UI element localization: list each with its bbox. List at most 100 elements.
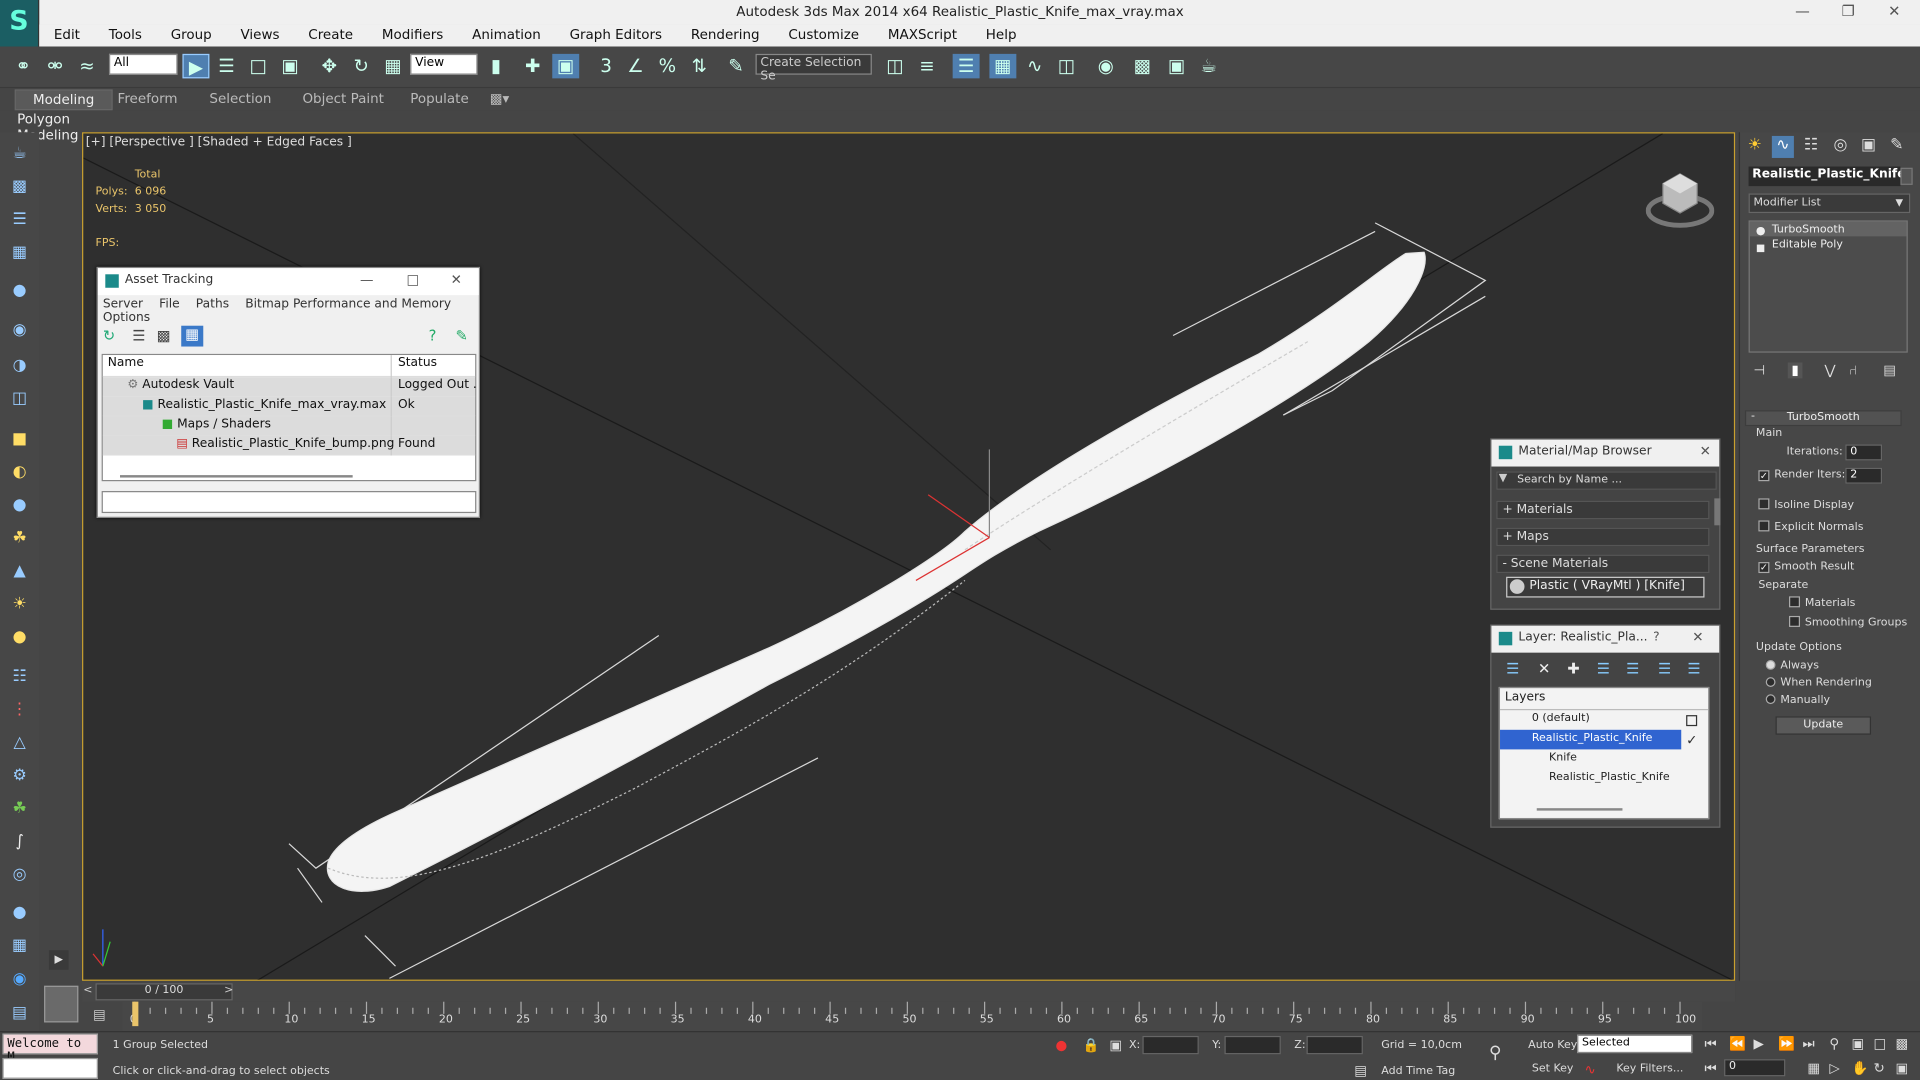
- utilities-tab-icon[interactable]: ✎: [1886, 136, 1908, 158]
- tab-populate[interactable]: Populate: [410, 91, 469, 107]
- menu-group[interactable]: Group: [158, 24, 224, 43]
- table-view-icon[interactable]: ▦: [181, 325, 204, 347]
- dots-icon[interactable]: ⋮: [7, 700, 31, 722]
- motion-tab-icon[interactable]: ◎: [1829, 136, 1851, 158]
- select-objects-icon[interactable]: ☰: [1597, 660, 1610, 677]
- lock-icon[interactable]: 🔒: [1082, 1037, 1099, 1053]
- film-icon[interactable]: ◫: [7, 389, 31, 411]
- zoom-extents-icon[interactable]: □: [1873, 1036, 1886, 1052]
- select-manipulate-icon[interactable]: ✚: [519, 54, 546, 78]
- mmb-section-scene-materials[interactable]: - Scene Materials: [1496, 554, 1710, 574]
- move-icon[interactable]: ✥: [316, 54, 343, 78]
- next-frame-icon[interactable]: >: [224, 984, 233, 996]
- teapot-icon[interactable]: ☕: [7, 144, 31, 166]
- menu-customize[interactable]: Customize: [776, 24, 871, 43]
- minimize-icon[interactable]: —: [1795, 2, 1810, 19]
- render-iters-checkbox[interactable]: ✓: [1758, 470, 1770, 482]
- when-rendering-radio[interactable]: [1765, 677, 1776, 687]
- hemisphere-icon[interactable]: ◐: [7, 463, 31, 485]
- select-by-name-icon[interactable]: ☰: [213, 54, 240, 78]
- doc-icon[interactable]: ▤: [7, 1004, 31, 1026]
- isolate-icon[interactable]: ●: [1056, 1037, 1068, 1053]
- ribbon-toggle-icon[interactable]: ▦: [989, 53, 1017, 79]
- edit-named-selections-icon[interactable]: ✎: [722, 54, 749, 78]
- unlink-icon[interactable]: ⚮: [42, 54, 69, 78]
- bind-spacewarp-icon[interactable]: ≈: [73, 54, 100, 78]
- close-icon[interactable]: ✕: [1700, 443, 1711, 459]
- display-tab-icon[interactable]: ▣: [1858, 136, 1880, 158]
- hide-layers-icon[interactable]: ☰: [1658, 660, 1671, 677]
- col-name[interactable]: Name: [103, 355, 392, 378]
- align-icon[interactable]: ≡: [913, 54, 940, 78]
- hair-icon[interactable]: ∫: [7, 833, 31, 855]
- remove-modifier-icon[interactable]: ⑁: [1849, 362, 1857, 378]
- explicit-normals-checkbox[interactable]: [1758, 520, 1770, 532]
- rect-selection-icon[interactable]: □: [245, 54, 272, 78]
- window-crossing-icon[interactable]: ▣: [277, 54, 304, 78]
- z-coordinate-field[interactable]: [1306, 1035, 1363, 1055]
- y-coordinate-field[interactable]: [1224, 1035, 1281, 1055]
- box-icon[interactable]: ■: [7, 430, 31, 452]
- menu-tools[interactable]: Tools: [97, 24, 155, 43]
- menu-modifiers[interactable]: Modifiers: [370, 24, 456, 43]
- ball-icon[interactable]: ●: [7, 904, 31, 926]
- chevron-down-icon[interactable]: ▼: [1499, 473, 1507, 485]
- sun-icon[interactable]: ☀: [7, 595, 31, 617]
- camera-icon[interactable]: ◉: [7, 321, 31, 343]
- layer-row-default[interactable]: 0 (default): [1500, 710, 1708, 730]
- configure-sets-icon[interactable]: ▤: [1883, 362, 1896, 378]
- material-editor-icon[interactable]: ◉: [1092, 54, 1119, 78]
- layer-object-knife[interactable]: Knife: [1500, 749, 1708, 769]
- pan-icon[interactable]: ✋: [1851, 1060, 1868, 1076]
- curve-editor-icon[interactable]: ∿: [1021, 54, 1048, 78]
- track-view-icon[interactable]: ▤: [93, 1007, 106, 1023]
- tab-modeling[interactable]: Modeling: [14, 89, 113, 111]
- prev-frame-icon[interactable]: <: [83, 984, 92, 996]
- play-icon[interactable]: ▶: [1753, 1036, 1763, 1052]
- materials-checkbox[interactable]: [1788, 596, 1801, 608]
- time-slider[interactable]: 0 / 100: [95, 983, 233, 1001]
- x-coordinate-field[interactable]: [1142, 1035, 1199, 1055]
- go-to-end-icon[interactable]: ⏭: [1802, 1036, 1814, 1053]
- render-frame-icon[interactable]: ▣: [1163, 54, 1190, 78]
- menu-create[interactable]: Create: [296, 24, 365, 43]
- tab-object-paint[interactable]: Object Paint: [302, 91, 383, 107]
- ribbon-panel-polygon-modeling[interactable]: Polygon Modeling: [10, 110, 123, 143]
- ribbon-options-icon[interactable]: ▩▾: [490, 91, 509, 107]
- maxscript-input[interactable]: [2, 1057, 98, 1079]
- at-menu-server[interactable]: Server: [103, 298, 143, 311]
- collapse-icon[interactable]: -: [1751, 410, 1755, 422]
- iterations-spinner[interactable]: 0: [1845, 444, 1883, 461]
- select-object-icon[interactable]: ▶: [182, 53, 210, 79]
- horizontal-scrollbar[interactable]: [120, 475, 353, 478]
- pin-stack-icon[interactable]: ⊣: [1753, 362, 1765, 378]
- reference-coordinate-dropdown[interactable]: View: [410, 53, 478, 75]
- show-end-result-icon[interactable]: ▮: [1787, 362, 1803, 379]
- refresh-icon[interactable]: ↻: [103, 327, 115, 344]
- turbosmooth-rollout[interactable]: TurboSmooth: [1744, 410, 1902, 427]
- at-menu-file[interactable]: File: [159, 298, 179, 311]
- percent-snap-icon[interactable]: %: [654, 54, 681, 78]
- modifier-list-dropdown[interactable]: Modifier List: [1748, 193, 1911, 214]
- keyboard-shortcut-icon[interactable]: ▣: [552, 53, 580, 79]
- field-of-view-icon[interactable]: ▷: [1829, 1060, 1839, 1076]
- time-tag-icon[interactable]: ▤: [1354, 1063, 1367, 1079]
- help-button[interactable]: ?: [1653, 631, 1660, 644]
- named-selection-dropdown[interactable]: Create Selection Se: [755, 53, 872, 83]
- list-view-icon[interactable]: ☰: [132, 327, 145, 344]
- tree-view-icon[interactable]: ▩: [157, 327, 171, 344]
- mmb-search-input[interactable]: Search by Name ...: [1496, 471, 1717, 490]
- close-icon[interactable]: ✕: [451, 272, 462, 288]
- light-icon[interactable]: ●: [7, 282, 31, 304]
- perspective-viewport[interactable]: [82, 132, 1736, 981]
- highlight-layer-icon[interactable]: ☰: [1626, 660, 1639, 677]
- menu-help[interactable]: Help: [974, 24, 1029, 43]
- help-context-icon[interactable]: ✎: [456, 327, 468, 344]
- auto-key-button[interactable]: Auto Key: [1528, 1040, 1577, 1052]
- make-unique-icon[interactable]: ⋁: [1825, 362, 1836, 378]
- current-frame-marker[interactable]: [132, 1001, 139, 1027]
- object-color-swatch[interactable]: [1900, 167, 1913, 185]
- stack-item-editable-poly[interactable]: Editable Poly: [1750, 236, 1907, 251]
- layer-object-group[interactable]: Realistic_Plastic_Knife: [1500, 769, 1708, 789]
- render-iters-spinner[interactable]: 2: [1845, 467, 1883, 484]
